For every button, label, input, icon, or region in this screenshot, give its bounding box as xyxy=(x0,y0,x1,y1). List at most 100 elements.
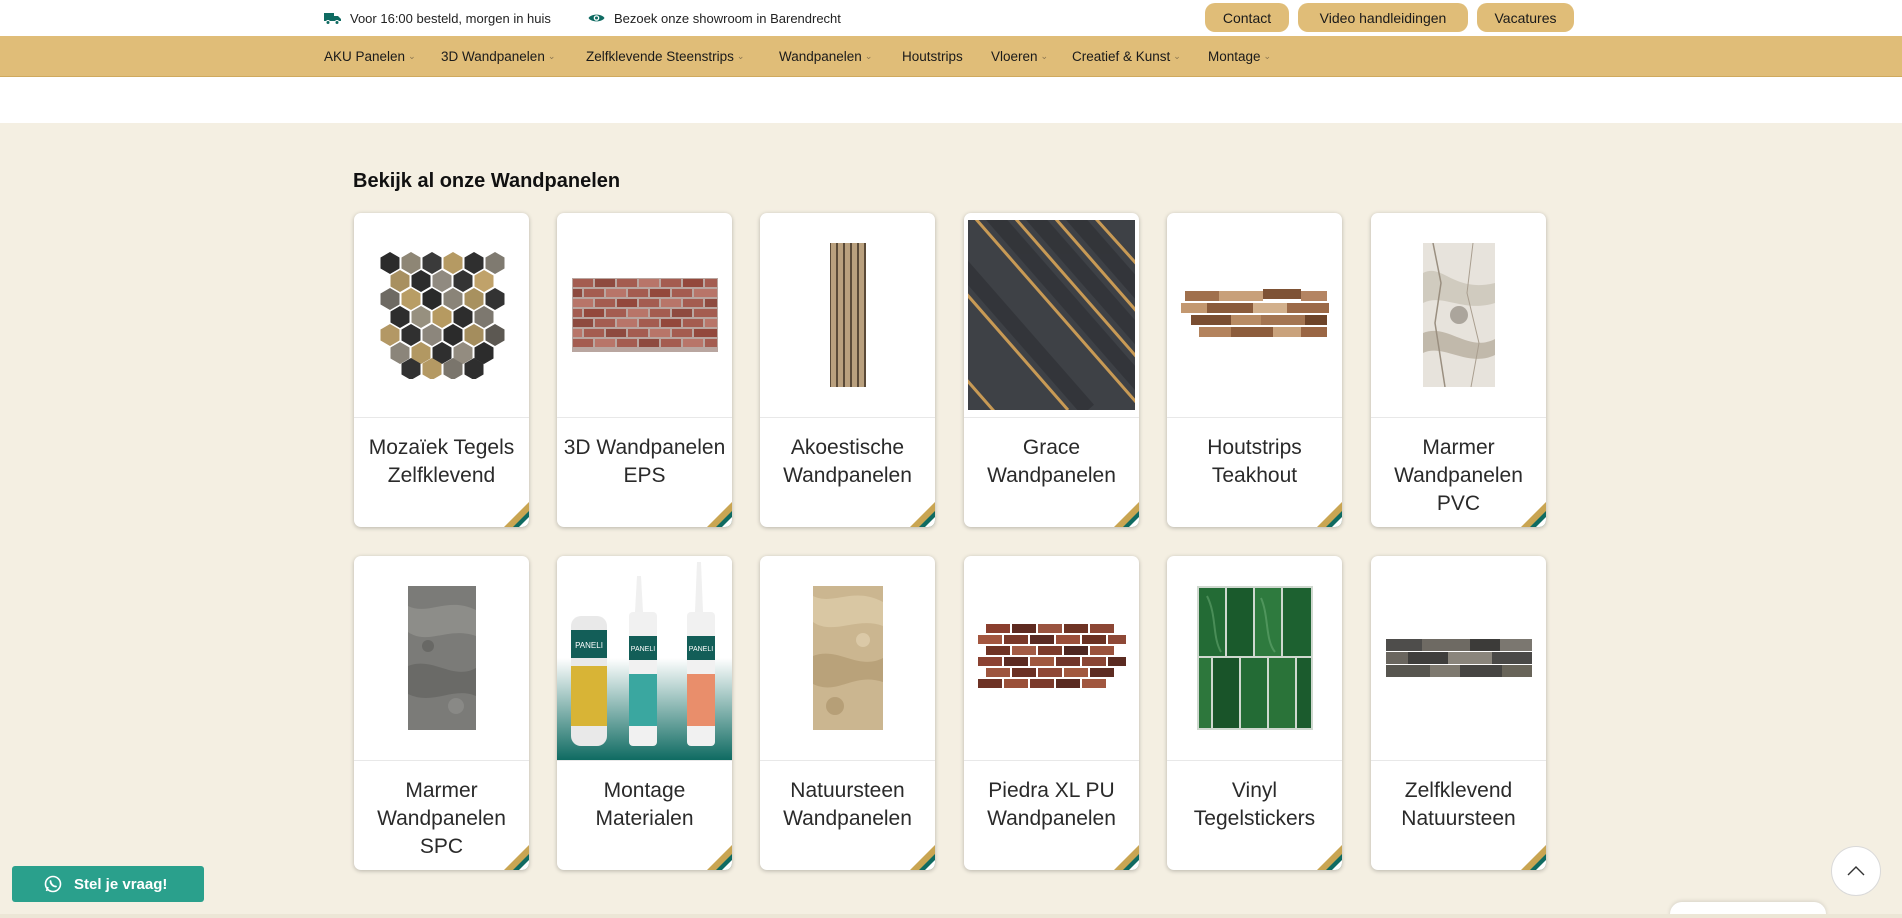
vinyl-tile-stickers-image xyxy=(1167,556,1342,760)
product-brand: PANELI xyxy=(631,646,655,653)
card-label[interactable]: Natuursteen Wandpanelen xyxy=(764,777,931,833)
category-card-marmer-pvc[interactable]: Marmer Wandpanelen PVC xyxy=(1371,213,1546,527)
card-divider xyxy=(1371,760,1546,761)
category-card-zelfklevend-natuursteen[interactable]: Zelfklevend Natuursteen xyxy=(1371,556,1546,870)
acoustic-slat-panel-image xyxy=(760,213,935,417)
category-card-natuursteen[interactable]: Natuursteen Wandpanelen xyxy=(760,556,935,870)
corner-ribbon-icon xyxy=(504,502,529,527)
corner-ribbon-icon xyxy=(1114,502,1139,527)
whatsapp-icon xyxy=(44,875,62,893)
chevron-down-icon: ⌄ xyxy=(547,50,556,61)
corner-ribbon-icon xyxy=(910,502,935,527)
category-card-mozaiek[interactable]: Mozaïek Tegels Zelfklevend xyxy=(354,213,529,527)
contact-button[interactable]: Contact xyxy=(1205,3,1289,32)
teak-strips-image xyxy=(1167,213,1342,417)
chevron-down-icon: ⌄ xyxy=(736,50,745,61)
category-card-marmer-spc[interactable]: Marmer Wandpanelen SPC xyxy=(354,556,529,870)
section-title: Bekijk al onze Wandpanelen xyxy=(353,170,621,192)
mosaic-tiles-image xyxy=(354,213,529,417)
corner-ribbon-icon xyxy=(1521,845,1546,870)
card-divider xyxy=(760,417,935,418)
delivery-text: Voor 16:00 besteld, morgen in huis xyxy=(350,10,551,26)
card-divider xyxy=(557,417,732,418)
nav-label: 3D Wandpanelen xyxy=(441,48,545,64)
category-card-houtstrips[interactable]: Houtstrips Teakhout xyxy=(1167,213,1342,527)
card-divider xyxy=(1167,417,1342,418)
category-card-montage-materialen[interactable]: PANELI PANELI PANELI Montage Materialen xyxy=(557,556,732,870)
corner-ribbon-icon xyxy=(1317,502,1342,527)
nav-item-wandpanelen[interactable]: Wandpanelen ⌄ xyxy=(779,36,872,76)
nav-item-montage[interactable]: Montage ⌄ xyxy=(1208,36,1271,76)
chevron-down-icon: ⌄ xyxy=(408,50,416,61)
chevron-down-icon: ⌄ xyxy=(1173,50,1181,61)
card-label[interactable]: Montage Materialen xyxy=(561,777,728,833)
category-card-akoestische[interactable]: Akoestische Wandpanelen xyxy=(760,213,935,527)
mounting-materials-image: PANELI PANELI PANELI xyxy=(557,556,732,760)
corner-ribbon-icon xyxy=(707,502,732,527)
scroll-to-top-button[interactable] xyxy=(1831,846,1881,896)
card-label[interactable]: Grace Wandpanelen xyxy=(968,434,1135,490)
video-tutorials-button[interactable]: Video handleidingen xyxy=(1298,3,1468,32)
ask-question-label[interactable]: Stel je vraag! xyxy=(74,876,167,893)
category-card-vinyl-tegelstickers[interactable]: Vinyl Tegelstickers xyxy=(1167,556,1342,870)
nav-item-zelfklevende-steenstrips[interactable]: Zelfklevende Steenstrips ⌄ xyxy=(586,36,744,76)
self-adhesive-stone-image xyxy=(1371,556,1546,760)
corner-ribbon-icon xyxy=(707,845,732,870)
nav-item-houtstrips[interactable]: Houtstrips xyxy=(902,36,963,76)
card-divider xyxy=(557,760,732,761)
card-label[interactable]: Piedra XL PU Wandpanelen xyxy=(968,777,1135,833)
card-divider xyxy=(964,760,1139,761)
card-divider xyxy=(354,760,529,761)
card-divider xyxy=(1167,760,1342,761)
nav-label: Vloeren xyxy=(991,48,1038,64)
top-info-bar: Voor 16:00 besteld, morgen in huis Bezoe… xyxy=(0,0,1902,36)
corner-ribbon-icon xyxy=(1114,845,1139,870)
card-divider xyxy=(964,417,1139,418)
bottom-edge xyxy=(0,914,1902,918)
chevron-down-icon: ⌄ xyxy=(1040,50,1049,61)
white-strip xyxy=(0,77,1902,123)
nav-label: AKU Panelen xyxy=(324,48,406,64)
marble-pvc-image xyxy=(1371,213,1546,417)
ask-question-button[interactable]: Stel je vraag! xyxy=(12,866,204,902)
card-label[interactable]: Houtstrips Teakhout xyxy=(1171,434,1338,490)
chevron-down-icon: ⌄ xyxy=(1263,50,1272,61)
card-divider xyxy=(760,760,935,761)
card-label[interactable]: Mozaïek Tegels Zelfklevend xyxy=(358,434,525,490)
main-nav: AKU Panelen ⌄ 3D Wandpanelen ⌄ Zelfklevend… xyxy=(0,36,1902,77)
nav-item-aku-panelen[interactable]: AKU Panelen ⌄ xyxy=(324,36,416,76)
nav-item-creatief-kunst[interactable]: Creatief & Kunst ⌄ xyxy=(1072,36,1181,76)
brick-panel-image xyxy=(557,213,732,417)
natural-stone-image xyxy=(760,556,935,760)
eye-icon xyxy=(588,12,605,24)
card-divider xyxy=(354,417,529,418)
card-label[interactable]: Vinyl Tegelstickers xyxy=(1171,777,1338,833)
grace-panel-image xyxy=(964,213,1139,417)
corner-ribbon-icon xyxy=(504,845,529,870)
nav-item-vloeren[interactable]: Vloeren ⌄ xyxy=(991,36,1048,76)
chevron-down-icon: ⌄ xyxy=(864,50,873,61)
vacancies-button[interactable]: Vacatures xyxy=(1477,3,1574,32)
category-card-piedra-xl[interactable]: Piedra XL PU Wandpanelen xyxy=(964,556,1139,870)
corner-ribbon-icon xyxy=(1317,845,1342,870)
piedra-brick-image xyxy=(964,556,1139,760)
delivery-info: Voor 16:00 besteld, morgen in huis xyxy=(324,0,551,36)
category-card-grace[interactable]: Grace Wandpanelen xyxy=(964,213,1139,527)
nav-label: Zelfklevende Steenstrips xyxy=(586,48,734,64)
product-brand: PANELI xyxy=(575,641,603,650)
card-label[interactable]: Akoestische Wandpanelen xyxy=(764,434,931,490)
showroom-text[interactable]: Bezoek onze showroom in Barendrecht xyxy=(614,11,841,26)
corner-ribbon-icon xyxy=(1521,502,1546,527)
nav-label: Wandpanelen xyxy=(779,48,862,64)
category-card-3d-eps[interactable]: 3D Wandpanelen EPS xyxy=(557,213,732,527)
product-brand: PANELI xyxy=(689,646,713,653)
card-label[interactable]: Zelfklevend Natuursteen xyxy=(1375,777,1542,833)
chevron-up-icon xyxy=(1847,866,1865,876)
nav-label: Houtstrips xyxy=(902,48,963,64)
truck-icon xyxy=(324,12,341,25)
nav-item-3d-wandpanelen[interactable]: 3D Wandpanelen ⌄ xyxy=(441,36,555,76)
marble-spc-image xyxy=(354,556,529,760)
card-label[interactable]: 3D Wandpanelen EPS xyxy=(561,434,728,490)
showroom-info[interactable]: Bezoek onze showroom in Barendrecht xyxy=(588,0,841,36)
card-divider xyxy=(1371,417,1546,418)
